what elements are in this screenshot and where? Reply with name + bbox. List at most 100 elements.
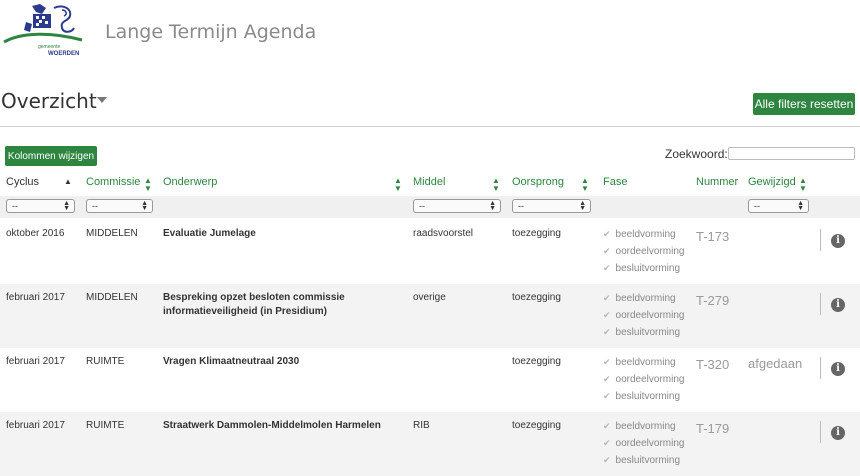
filter-select-commissie[interactable]: -- ▲ ▼ (86, 199, 153, 213)
filter-value: -- (419, 201, 425, 211)
cell-fase: ✔ beeldvorming ✔ oordeelvorming ✔ besluitvo… (603, 418, 684, 469)
table-row[interactable]: oktober 2016 MIDDELEN Evaluatie Jumelage… (0, 220, 860, 284)
fase-item: ✔ oordeelvorming (603, 307, 684, 324)
sort-icon[interactable]: ▲ ▼ (492, 177, 500, 193)
cell-oorsprong: toezegging (512, 228, 561, 239)
check-icon: ✔ (603, 293, 611, 303)
divider (820, 229, 821, 251)
cell-onderwerp: Straatwerk Dammolen-Middelmolen Harmelen (163, 420, 381, 431)
cell-gewijzigd: afgedaan (748, 356, 803, 371)
check-icon: ✔ (603, 263, 611, 273)
divider (820, 357, 821, 379)
fase-label: oordeelvorming (615, 246, 685, 257)
sort-asc-icon[interactable]: ▲ (64, 178, 72, 186)
check-icon: ✔ (603, 455, 611, 465)
fase-item: ✔ beeldvorming (603, 226, 684, 243)
info-icon[interactable]: i (831, 234, 845, 248)
fase-label: besluitvorming (615, 327, 681, 338)
fase-item: ✔ besluitvorming (603, 388, 684, 405)
table-row[interactable]: februari 2017 RUIMTE Vragen Klimaatneutr… (0, 348, 860, 412)
info-icon[interactable]: i (831, 362, 845, 376)
check-icon: ✔ (603, 421, 611, 431)
sort-icon[interactable]: ▲ ▼ (394, 177, 402, 193)
cell-onderwerp: Bespreking opzet besloten commissie (163, 292, 345, 303)
fase-label: besluitvorming (615, 263, 681, 274)
cell-commissie: MIDDELEN (86, 228, 138, 239)
filter-value: -- (754, 201, 760, 211)
fase-item: ✔ oordeelvorming (603, 435, 684, 452)
filter-select-cyclus[interactable]: -- ▲ ▼ (6, 199, 75, 213)
fase-label: oordeelvorming (615, 374, 685, 385)
column-header-oorsprong[interactable]: Oorsprong (512, 176, 564, 188)
cell-oorsprong: toezegging (512, 420, 561, 431)
column-header-onderwerp[interactable]: Onderwerp (163, 176, 217, 188)
cell-commissie: RUIMTE (86, 356, 125, 367)
cell-nummer: T-279 (696, 293, 730, 308)
select-arrows-icon: ▲ ▼ (63, 200, 70, 212)
reset-filters-button[interactable]: Alle filters resetten (753, 93, 855, 115)
info-icon[interactable]: i (831, 298, 845, 312)
fase-item: ✔ oordeelvorming (603, 371, 684, 388)
fase-item: ✔ besluitvorming (603, 452, 684, 469)
column-header-commissie[interactable]: Commissie (86, 176, 140, 188)
cell-middel: RIB (413, 420, 430, 431)
column-header-nummer: Nummer (696, 176, 739, 188)
cell-onderwerp: Evaluatie Jumelage (163, 228, 256, 239)
cell-cyclus: februari 2017 (6, 420, 65, 431)
cell-onderwerp: Vragen Klimaatneutraal 2030 (163, 356, 300, 367)
app-title: Lange Termijn Agenda (105, 21, 317, 43)
search-input[interactable] (728, 147, 855, 160)
fase-label: beeldvorming (615, 421, 676, 432)
fase-item: ✔ besluitvorming (603, 260, 684, 277)
fase-label: besluitvorming (615, 455, 681, 466)
fase-label: beeldvorming (615, 229, 676, 240)
column-header-gewijzigd[interactable]: Gewijzigd (748, 176, 796, 188)
filter-value: -- (92, 201, 98, 211)
change-columns-button[interactable]: Kolommen wijzigen (5, 146, 97, 166)
cell-cyclus: februari 2017 (6, 292, 65, 303)
fase-label: besluitvorming (615, 391, 681, 402)
cell-middel: raadsvoorstel (413, 228, 474, 239)
search-label: Zoekwoord: (665, 147, 728, 161)
woerden-logo: gemeente WOERDEN (3, 4, 83, 57)
cell-fase: ✔ beeldvorming ✔ oordeelvorming ✔ besluitvo… (603, 354, 684, 405)
fase-label: beeldvorming (615, 357, 676, 368)
cell-commissie: MIDDELEN (86, 292, 138, 303)
filter-select-gewijzigd[interactable]: -- ▲ ▼ (748, 199, 809, 213)
select-arrows-icon: ▲ ▼ (141, 200, 148, 212)
fase-item: ✔ oordeelvorming (603, 243, 684, 260)
fase-label: oordeelvorming (615, 438, 685, 449)
cell-nummer: T-179 (696, 421, 730, 436)
cell-commissie: RUIMTE (86, 420, 125, 431)
fase-label: oordeelvorming (615, 310, 685, 321)
filter-value: -- (12, 201, 18, 211)
fase-item: ✔ beeldvorming (603, 418, 684, 435)
cell-oorsprong: toezegging (512, 292, 561, 303)
cell-onderwerp-line-2: informatieveiligheid (in Presidium) (163, 306, 327, 317)
check-icon: ✔ (603, 438, 611, 448)
filter-select-middel[interactable]: -- ▲ ▼ (413, 199, 501, 213)
sort-icon[interactable]: ▲ ▼ (799, 177, 807, 193)
divider (820, 293, 821, 315)
cell-nummer: T-320 (696, 357, 730, 372)
cell-fase: ✔ beeldvorming ✔ oordeelvorming ✔ besluitvo… (603, 290, 684, 341)
fase-label: beeldvorming (615, 293, 676, 304)
cell-cyclus: oktober 2016 (6, 228, 65, 239)
cell-fase: ✔ beeldvorming ✔ oordeelvorming ✔ besluitvo… (603, 226, 684, 277)
fase-item: ✔ beeldvorming (603, 290, 684, 307)
cell-cyclus: februari 2017 (6, 356, 65, 367)
check-icon: ✔ (603, 229, 611, 239)
sort-icon[interactable]: ▲ ▼ (581, 177, 589, 193)
table-row[interactable]: februari 2017 MIDDELEN Bespreking opzet … (0, 284, 860, 348)
view-dropdown-caret-icon[interactable] (97, 97, 107, 103)
table-row[interactable]: februari 2017 RUIMTE Straatwerk Dammolen… (0, 412, 860, 476)
filter-select-oorsprong[interactable]: -- ▲ ▼ (512, 199, 591, 213)
column-header-cyclus[interactable]: Cyclus (6, 176, 39, 188)
cell-nummer: T-173 (696, 229, 730, 244)
column-header-middel[interactable]: Middel (413, 176, 445, 188)
check-icon: ✔ (603, 391, 611, 401)
logo-text-small: gemeente (38, 44, 60, 50)
info-icon[interactable]: i (831, 426, 845, 440)
sort-icon[interactable]: ▲ ▼ (144, 177, 152, 193)
fase-item: ✔ beeldvorming (603, 354, 684, 371)
